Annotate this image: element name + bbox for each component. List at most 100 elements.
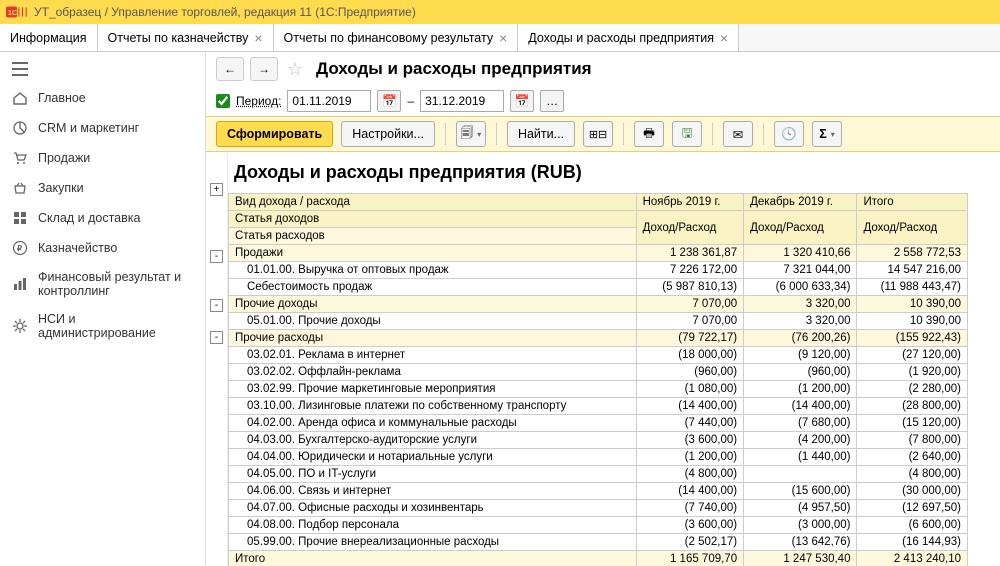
table-row[interactable]: 04.03.00. Бухгалтерско-аудиторские услуг… <box>229 432 968 449</box>
row-nov: (4 800,00) <box>636 466 744 483</box>
save-button[interactable]: 🖫 <box>672 121 702 147</box>
row-nov: (7 740,00) <box>636 500 744 517</box>
sidebar-item-pie[interactable]: CRM и маркетинг <box>0 113 205 143</box>
row-dec: (6 000 633,34) <box>744 279 857 296</box>
nav-forward-button[interactable]: → <box>250 57 278 81</box>
nav-back-button[interactable]: ← <box>216 57 244 81</box>
expand-collapse-button[interactable]: ⊞⊟ <box>583 121 613 147</box>
table-row[interactable]: 04.05.00. ПО и IT-услуги(4 800,00)(4 800… <box>229 466 968 483</box>
table-row[interactable]: 04.07.00. Офисные расходы и хозинвентарь… <box>229 500 968 517</box>
table-row[interactable]: 03.10.00. Лизинговые платежи по собствен… <box>229 398 968 415</box>
row-total: (30 000,00) <box>857 483 968 500</box>
table-row[interactable]: Продажи1 238 361,871 320 410,662 558 772… <box>229 245 968 262</box>
tab-label: Отчеты по казначейству <box>108 31 249 45</box>
sidebar-item-boxes[interactable]: Склад и доставка <box>0 203 205 233</box>
main-content: ← → ☆ Доходы и расходы предприятия Перио… <box>206 52 1000 566</box>
row-nov: (1 200,00) <box>636 449 744 466</box>
total-row: Итого 1 165 709,70 1 247 530,40 2 413 24… <box>229 551 968 566</box>
total-nov: 1 165 709,70 <box>636 551 744 566</box>
table-row[interactable]: 04.08.00. Подбор персонала(3 600,00)(3 0… <box>229 517 968 534</box>
table-row[interactable]: 04.04.00. Юридически и нотариальные услу… <box>229 449 968 466</box>
favorite-toggle[interactable]: ☆ <box>284 59 306 80</box>
row-name: 04.02.00. Аренда офиса и коммунальные ра… <box>229 415 637 432</box>
table-row[interactable]: Прочие расходы(79 722,17)(76 200,26)(155… <box>229 330 968 347</box>
row-name: 05.99.00. Прочие внереализационные расхо… <box>229 534 637 551</box>
row-name: 05.01.00. Прочие доходы <box>229 313 637 330</box>
clock-icon: 🕓 <box>781 127 797 142</box>
sidebar-item-bars[interactable]: Финансовый результат и контроллинг <box>0 263 205 305</box>
sidebar-item-gear[interactable]: НСИ и администрирование <box>0 305 205 347</box>
table-row[interactable]: 03.02.01. Реклама в интернет(18 000,00)(… <box>229 347 968 364</box>
date-from-input[interactable] <box>287 90 371 112</box>
tree-icon: ⊞⊟ <box>589 128 607 141</box>
row-total: (6 600,00) <box>857 517 968 534</box>
date-from-picker[interactable]: 📅 <box>377 90 401 112</box>
row-total: 2 558 772,53 <box>857 245 968 262</box>
settings-button[interactable]: Настройки... <box>341 121 435 147</box>
row-total: (16 144,93) <box>857 534 968 551</box>
tab-treasury-reports[interactable]: Отчеты по казначейству × <box>98 24 274 51</box>
period-controls: Период: 📅 – 📅 … <box>206 86 1000 116</box>
boxes-icon <box>12 210 28 226</box>
table-row[interactable]: 03.02.99. Прочие маркетинговые мероприят… <box>229 381 968 398</box>
row-nov: (3 600,00) <box>636 432 744 449</box>
col-metric: Доход/Расход <box>857 211 968 245</box>
table-row[interactable]: 05.01.00. Прочие доходы7 070,003 320,001… <box>229 313 968 330</box>
sidebar-item-ruble[interactable]: ₽Казначейство <box>0 233 205 263</box>
print-button[interactable]: 🖶 <box>634 121 664 147</box>
date-to-picker[interactable]: 📅 <box>510 90 534 112</box>
sidebar-item-label: НСИ и администрирование <box>38 312 193 340</box>
table-row[interactable]: 03.02.02. Оффлайн-реклама(960,00)(960,00… <box>229 364 968 381</box>
row-dec: 1 320 410,66 <box>744 245 857 262</box>
document-tabs: Информация Отчеты по казначейству × Отчет… <box>0 24 1000 52</box>
sidebar-collapse-toggle[interactable] <box>0 58 205 83</box>
tab-info[interactable]: Информация <box>0 24 98 51</box>
total-dec: 1 247 530,40 <box>744 551 857 566</box>
row-total: (12 697,50) <box>857 500 968 517</box>
app-logo: 1C <box>6 3 28 21</box>
col-nov: Ноябрь 2019 г. <box>636 194 744 211</box>
row-nov: (3 600,00) <box>636 517 744 534</box>
report-table: Вид дохода / расхода Ноябрь 2019 г. Дека… <box>228 193 968 566</box>
date-to-input[interactable] <box>420 90 504 112</box>
table-row[interactable]: 01.01.00. Выручка от оптовых продаж7 226… <box>229 262 968 279</box>
outline-toggle[interactable]: + <box>210 183 223 196</box>
table-row[interactable]: 05.99.00. Прочие внереализационные расхо… <box>229 534 968 551</box>
table-row[interactable]: 04.02.00. Аренда офиса и коммунальные ра… <box>229 415 968 432</box>
sidebar-item-home[interactable]: Главное <box>0 83 205 113</box>
time-button[interactable]: 🕓 <box>774 121 804 147</box>
svg-text:₽: ₽ <box>17 244 22 253</box>
tab-income-expenses[interactable]: Доходы и расходы предприятия × <box>518 24 739 51</box>
row-name: Прочие доходы <box>229 296 637 313</box>
row-name: 03.10.00. Лизинговые платежи по собствен… <box>229 398 637 415</box>
pie-icon <box>12 120 28 136</box>
period-more-button[interactable]: … <box>540 90 564 112</box>
tab-label: Доходы и расходы предприятия <box>528 31 714 45</box>
tab-finresult-reports[interactable]: Отчеты по финансовому результату× <box>274 24 519 51</box>
row-name: Продажи <box>229 245 637 262</box>
sidebar-item-cart[interactable]: Продажи <box>0 143 205 173</box>
close-icon[interactable]: × <box>254 30 262 46</box>
mail-button[interactable]: ✉ <box>723 121 753 147</box>
period-checkbox[interactable] <box>216 94 230 108</box>
outline-toggle[interactable]: - <box>210 299 223 312</box>
sidebar-item-basket[interactable]: Закупки <box>0 173 205 203</box>
col-metric: Доход/Расход <box>636 211 744 245</box>
find-button[interactable]: Найти... <box>507 121 575 147</box>
outline-toggle[interactable]: - <box>210 331 223 344</box>
col-sub1: Статья доходов <box>229 211 637 228</box>
arrow-right-icon: → <box>258 62 270 76</box>
variants-button[interactable]: 🗐▾ <box>456 121 486 147</box>
basket-icon <box>12 180 28 196</box>
outline-toggle[interactable]: - <box>210 250 223 263</box>
close-icon[interactable]: × <box>720 30 728 46</box>
row-nov: (5 987 810,13) <box>636 279 744 296</box>
table-row[interactable]: 04.06.00. Связь и интернет(14 400,00)(15… <box>229 483 968 500</box>
generate-button[interactable]: Сформировать <box>216 121 333 147</box>
close-icon[interactable]: × <box>499 30 507 46</box>
table-row[interactable]: Себестоимость продаж(5 987 810,13)(6 000… <box>229 279 968 296</box>
row-total: (2 640,00) <box>857 449 968 466</box>
row-dec: (76 200,26) <box>744 330 857 347</box>
sigma-button[interactable]: Σ▾ <box>812 121 842 147</box>
table-row[interactable]: Прочие доходы7 070,003 320,0010 390,00 <box>229 296 968 313</box>
